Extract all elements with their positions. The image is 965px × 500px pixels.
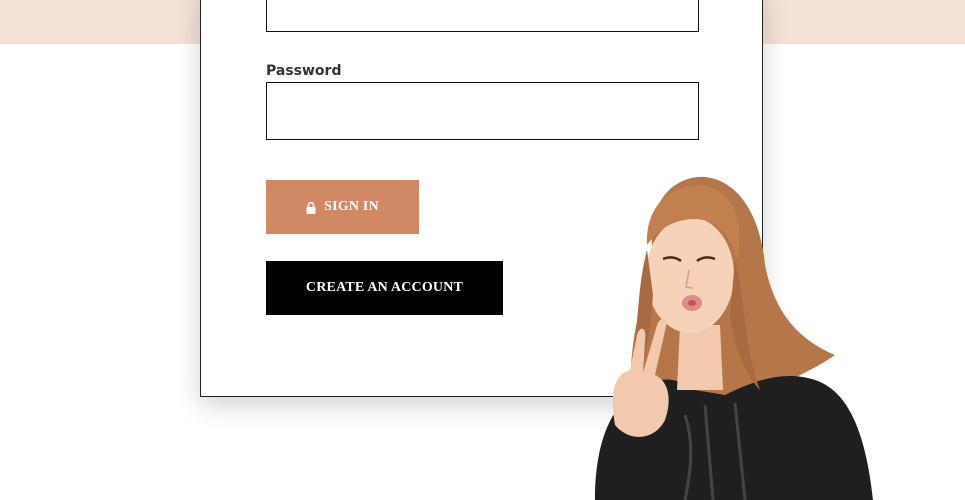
model-photo xyxy=(595,176,873,500)
sign-in-label: SIGN IN xyxy=(324,199,379,214)
sign-in-button[interactable]: SIGN IN xyxy=(266,180,419,234)
create-account-button[interactable]: CREATE AN ACCOUNT xyxy=(266,261,503,315)
lock-icon xyxy=(306,201,316,214)
password-label: Password xyxy=(266,63,342,79)
email-field[interactable] xyxy=(266,0,699,32)
password-field[interactable] xyxy=(266,82,699,140)
create-account-label: CREATE AN ACCOUNT xyxy=(305,280,464,295)
face xyxy=(646,217,734,333)
